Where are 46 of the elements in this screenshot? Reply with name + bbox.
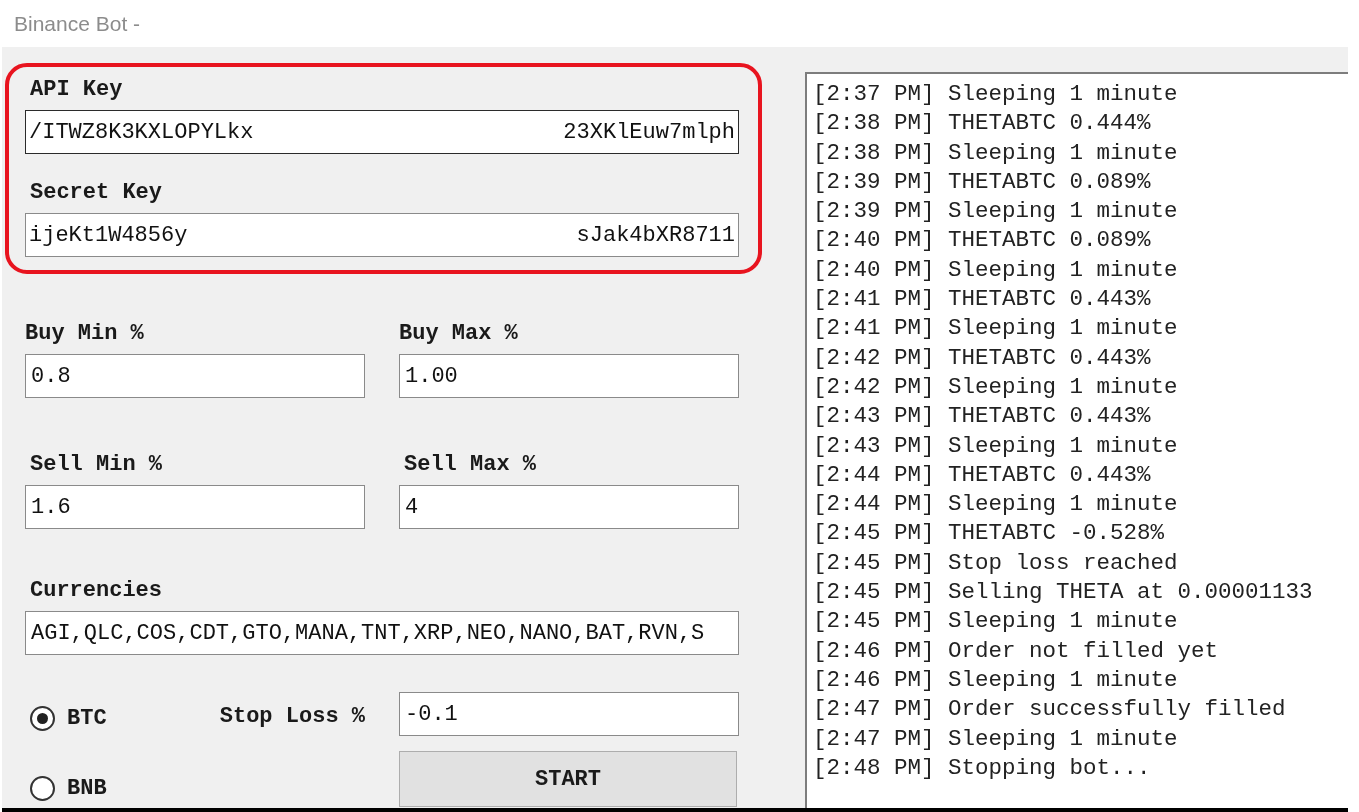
key-field[interactable]: ijeKt1W4856y sJak4bXR8711: [25, 213, 739, 257]
log-line: [2:45 PM] Stop loss reached: [813, 548, 1178, 578]
log-line: [2:39 PM] Sleeping 1 minute: [813, 197, 1178, 227]
log-line: [2:38 PM] THETABTC 0.444%: [813, 109, 1151, 139]
field-label: Currencies: [30, 578, 163, 604]
field-label: Buy Min %: [25, 321, 144, 347]
log-line: [2:38 PM] Sleeping 1 minute: [813, 138, 1178, 168]
field-label: Sell Max %: [404, 452, 537, 478]
currencies-field[interactable]: AGI,QLC,COS,CDT,GTO,MANA,TNT,XRP,NEO,NANO,BAT,RVN,S: [25, 611, 739, 655]
start-button[interactable]: START: [399, 751, 737, 807]
log-line: [2:43 PM] Sleeping 1 minute: [813, 431, 1178, 461]
field-label: Buy Max %: [399, 321, 518, 347]
radio-label: BTC: [67, 704, 107, 733]
log-line: [2:41 PM] THETABTC 0.443%: [813, 285, 1151, 315]
number-field[interactable]: 4: [399, 485, 739, 529]
log-line: [2:47 PM] Sleeping 1 minute: [813, 724, 1178, 754]
stop-loss-field[interactable]: -0.1: [399, 692, 739, 736]
number-field[interactable]: 0.8: [25, 354, 365, 398]
radio-button-icon[interactable]: [30, 775, 55, 801]
log-line: [2:39 PM] THETABTC 0.089%: [813, 167, 1151, 197]
log-line: [2:44 PM] THETABTC 0.443%: [813, 460, 1151, 490]
field-label: Secret Key: [30, 180, 163, 206]
radio-button-icon[interactable]: [30, 705, 55, 731]
log-line: [2:41 PM] Sleeping 1 minute: [813, 314, 1178, 344]
log-line: [2:45 PM] Selling THETA at 0.00001133: [813, 578, 1313, 608]
log-line: [2:48 PM] Stopping bot...: [813, 753, 1151, 783]
log-line: [2:40 PM] THETABTC 0.089%: [813, 226, 1151, 256]
log-line: [2:44 PM] Sleeping 1 minute: [813, 490, 1178, 520]
key-field[interactable]: /ITWZ8K3KXLOPYLkx 23XKlEuw7mlph: [25, 110, 739, 154]
log-line: [2:42 PM] Sleeping 1 minute: [813, 372, 1178, 402]
log-line: [2:43 PM] THETABTC 0.443%: [813, 402, 1151, 432]
log-line: [2:37 PM] Sleeping 1 minute: [813, 80, 1178, 109]
log-line: [2:46 PM] Order not filled yet: [813, 636, 1219, 666]
number-field[interactable]: 1.00: [399, 354, 739, 398]
log-line: [2:40 PM] Sleeping 1 minute: [813, 255, 1178, 285]
field-label: Sell Min %: [30, 452, 163, 478]
log-line: [2:42 PM] THETABTC 0.443%: [813, 343, 1151, 373]
log-line: [2:45 PM] THETABTC -0.528%: [813, 519, 1165, 549]
field-label: Stop Loss %: [219, 704, 365, 730]
number-field[interactable]: 1.6: [25, 485, 365, 529]
window-title: Binance Bot -: [14, 10, 141, 37]
log-line: [2:46 PM] Sleeping 1 minute: [813, 665, 1178, 695]
log-line: [2:47 PM] Order successfully filled: [813, 695, 1286, 725]
field-label: API Key: [30, 77, 123, 103]
radio-label: BNB: [67, 774, 107, 803]
log-line: [2:45 PM] Sleeping 1 minute: [813, 607, 1178, 637]
